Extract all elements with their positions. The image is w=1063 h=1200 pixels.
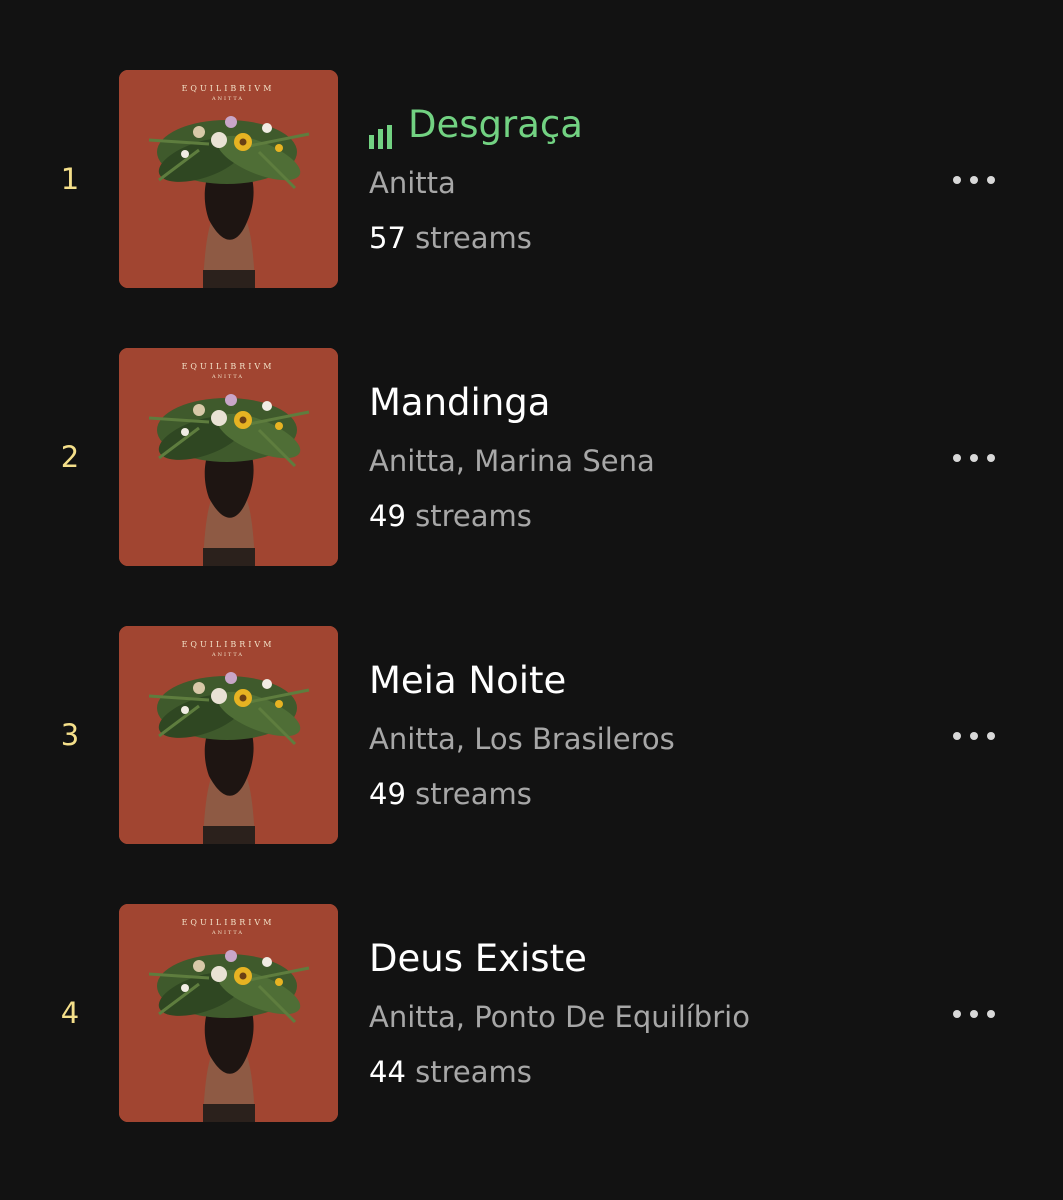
cover-sub-text: ANITTA — [211, 652, 244, 658]
track-rank: 3 — [60, 718, 80, 752]
track-row[interactable]: 1 EQUILIBRIVM ANITTA Desgraça Anitta 57 … — [0, 70, 1063, 288]
track-title-text: Desgraça — [408, 103, 583, 146]
cover-header-text: EQUILIBRIVM — [182, 84, 275, 93]
stream-count-label: streams — [415, 777, 532, 811]
stream-count: 57 streams — [369, 220, 532, 256]
track-rank: 2 — [60, 440, 80, 474]
stream-count-label: streams — [415, 221, 532, 255]
more-options-icon[interactable] — [944, 996, 1004, 1032]
album-cover[interactable]: EQUILIBRIVM ANITTA — [119, 904, 338, 1122]
track-title[interactable]: Mandinga — [369, 380, 550, 426]
equalizer-bars-icon — [369, 103, 397, 149]
track-title-text: Meia Noite — [369, 659, 567, 702]
stream-count-value: 57 — [369, 221, 406, 255]
cover-header-text: EQUILIBRIVM — [182, 640, 275, 649]
cover-sub-text: ANITTA — [211, 930, 244, 936]
stream-count: 44 streams — [369, 1054, 532, 1090]
track-title-text: Deus Existe — [369, 937, 587, 980]
stream-count: 49 streams — [369, 776, 532, 812]
album-cover[interactable]: EQUILIBRIVM ANITTA — [119, 626, 338, 844]
track-rank: 1 — [60, 162, 80, 196]
cover-sub-text: ANITTA — [211, 374, 244, 380]
track-title[interactable]: Meia Noite — [369, 658, 566, 704]
track-list: 1 EQUILIBRIVM ANITTA Desgraça Anitta 57 … — [0, 0, 1063, 1200]
cover-sub-text: ANITTA — [211, 96, 244, 102]
track-row[interactable]: 3 EQUILIBRIVM ANITTA Meia Noite Anitta, … — [0, 626, 1063, 844]
album-cover[interactable]: EQUILIBRIVM ANITTA — [119, 70, 338, 288]
cover-header-text: EQUILIBRIVM — [182, 918, 275, 927]
track-artists[interactable]: Anitta — [369, 165, 456, 201]
track-title[interactable]: Deus Existe — [369, 936, 587, 982]
track-artists[interactable]: Anitta, Los Brasileros — [369, 721, 675, 757]
track-row[interactable]: 2 EQUILIBRIVM ANITTA Mandinga Anitta, Ma… — [0, 348, 1063, 566]
stream-count-label: streams — [415, 499, 532, 533]
cover-header-text: EQUILIBRIVM — [182, 362, 275, 371]
track-artists[interactable]: Anitta, Marina Sena — [369, 443, 655, 479]
track-title[interactable]: Desgraça — [369, 102, 583, 149]
stream-count-value: 44 — [369, 1055, 406, 1089]
track-row[interactable]: 4 EQUILIBRIVM ANITTA Deus Existe Anitta,… — [0, 904, 1063, 1122]
stream-count-label: streams — [415, 1055, 532, 1089]
track-rank: 4 — [60, 996, 80, 1030]
stream-count-value: 49 — [369, 777, 406, 811]
album-cover[interactable]: EQUILIBRIVM ANITTA — [119, 348, 338, 566]
track-title-text: Mandinga — [369, 381, 551, 424]
stream-count-value: 49 — [369, 499, 406, 533]
stream-count: 49 streams — [369, 498, 532, 534]
more-options-icon[interactable] — [944, 440, 1004, 476]
more-options-icon[interactable] — [944, 718, 1004, 754]
track-artists[interactable]: Anitta, Ponto De Equilíbrio — [369, 999, 750, 1035]
more-options-icon[interactable] — [944, 162, 1004, 198]
